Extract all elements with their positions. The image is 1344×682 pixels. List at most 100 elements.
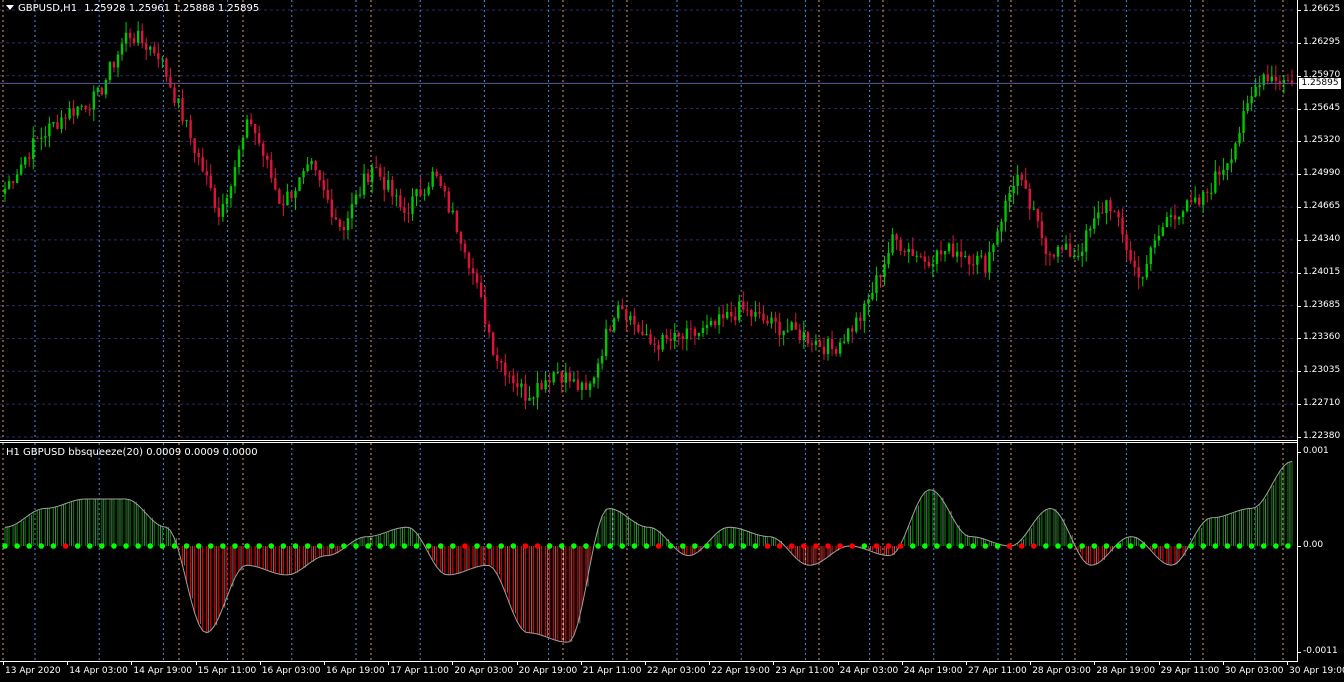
squeeze-dot <box>788 543 795 549</box>
indicator-pane[interactable] <box>0 443 1297 661</box>
candle-body <box>766 320 769 324</box>
candle-body <box>1238 132 1241 144</box>
squeeze-dot <box>558 543 565 549</box>
candle-body <box>209 175 212 188</box>
candle-body <box>951 243 955 257</box>
indicator-canvas[interactable] <box>0 443 1297 661</box>
squeeze-dot <box>1200 543 1207 549</box>
dropdown-triangle-icon[interactable] <box>6 5 14 10</box>
candle-body <box>136 30 140 43</box>
candle-body <box>842 341 846 343</box>
candle-body <box>177 98 180 103</box>
candle-body <box>274 177 277 190</box>
price-axis[interactable]: 1.26625 1.26295 1.25970 1.25645 1.25320 1.249… <box>1297 0 1344 443</box>
candle-body <box>1076 255 1080 257</box>
squeeze-dot <box>801 543 807 549</box>
price-chart-canvas[interactable] <box>0 0 1297 440</box>
squeeze-dot <box>861 543 868 549</box>
candle-body <box>92 91 95 110</box>
squeeze-dot <box>268 543 275 549</box>
candle-body <box>52 122 55 124</box>
current-price-label: 1.25895 <box>1299 78 1341 90</box>
squeeze-dot <box>994 543 1001 549</box>
squeeze-dot <box>329 543 335 549</box>
candle-body <box>810 343 814 345</box>
candle-body <box>867 299 870 304</box>
candle-body <box>891 234 894 253</box>
time-axis-tick <box>773 661 775 665</box>
squeeze-dot <box>1091 543 1098 549</box>
candle-body <box>1089 228 1092 231</box>
squeeze-dot <box>692 543 698 549</box>
time-axis-tick <box>901 661 903 665</box>
squeeze-dot <box>462 543 468 549</box>
candle-body <box>72 108 75 116</box>
candle-body <box>1214 171 1217 193</box>
time-axis-label: 29 Apr 11:00 <box>1160 666 1220 676</box>
candle-body <box>915 255 918 257</box>
candle-body <box>169 76 172 88</box>
candle-body <box>1105 200 1108 214</box>
candle-body <box>709 321 713 326</box>
price-axis-tick <box>1297 108 1301 110</box>
candle-body <box>354 194 358 205</box>
indicator-axis[interactable]: 0.001 0.00 -0.0011 <box>1297 443 1344 661</box>
candle-body <box>1230 159 1233 164</box>
time-axis-label: 20 Apr 19:00 <box>518 666 578 676</box>
chart-symbol: GBPUSD,H1 <box>18 3 78 14</box>
candle-body <box>1274 76 1278 82</box>
candle-body <box>1242 110 1245 133</box>
candle-body <box>576 379 580 391</box>
candle-body <box>140 30 144 44</box>
time-axis-label: 16 Apr 19:00 <box>326 666 385 676</box>
candle-body <box>257 133 261 144</box>
candle-body <box>750 309 753 317</box>
candle-body <box>342 227 346 231</box>
candle-body <box>988 251 991 273</box>
candle-body <box>358 194 362 196</box>
candle-body <box>931 264 935 266</box>
squeeze-dot <box>111 543 117 549</box>
squeeze-dot <box>486 543 492 549</box>
candle-body <box>895 234 898 240</box>
candle-body <box>15 174 19 184</box>
candle-body <box>350 204 354 219</box>
time-axis-tick <box>837 661 839 665</box>
candle-body <box>310 161 313 165</box>
squeeze-dot <box>728 543 735 549</box>
candle-body <box>1012 186 1015 194</box>
candle-body <box>738 301 741 321</box>
time-axis-label: 22 Apr 03:00 <box>647 666 706 676</box>
candle-body <box>1234 143 1237 160</box>
candle-body <box>1117 211 1120 218</box>
candle-body <box>879 275 882 278</box>
squeeze-dot <box>776 543 783 549</box>
squeeze-dot <box>752 543 759 549</box>
candle-body <box>391 180 394 197</box>
time-axis[interactable]: 13 Apr 2020 14 Apr 03:00 14 Apr 19:00 15 Ap… <box>0 661 1344 682</box>
squeeze-dot <box>546 543 553 549</box>
candle-body <box>548 380 551 383</box>
candle-body <box>290 191 293 199</box>
histogram-outline <box>4 460 1293 643</box>
candle-body <box>1121 217 1124 235</box>
candle-body <box>540 382 543 390</box>
price-chart-pane[interactable] <box>0 0 1297 440</box>
candle-body <box>528 397 531 401</box>
candle-body <box>782 330 785 336</box>
squeeze-dot <box>1212 543 1219 549</box>
candle-body <box>697 332 701 336</box>
price-axis-tick <box>1297 10 1301 11</box>
candle-body <box>7 181 11 189</box>
candle-body <box>617 305 620 319</box>
candle-body <box>604 328 608 356</box>
squeeze-dot <box>1127 543 1134 549</box>
candle-body <box>374 167 378 169</box>
candle-body <box>1133 260 1136 268</box>
candle-body <box>40 137 43 139</box>
squeeze-dot <box>946 543 952 549</box>
candle-body <box>302 170 305 178</box>
candle-body <box>459 231 463 244</box>
candle-body <box>56 122 59 129</box>
squeeze-dot <box>740 543 747 549</box>
